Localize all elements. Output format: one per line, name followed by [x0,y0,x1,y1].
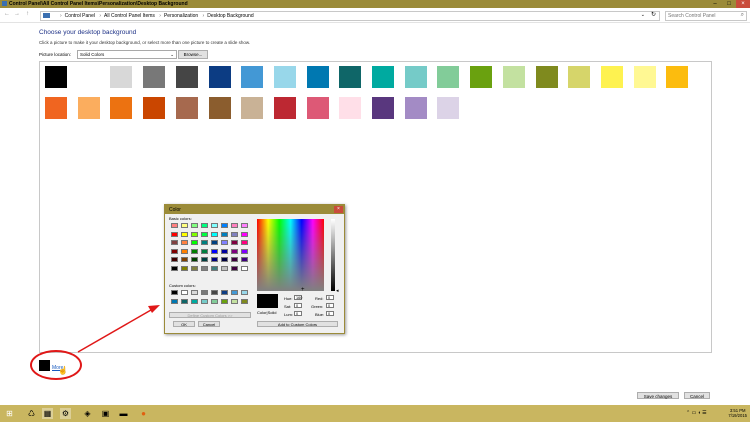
annotation-circle [30,350,82,380]
file-explorer-icon[interactable]: ▬ [118,408,129,419]
store-taskbar-icon[interactable]: ▣ [100,408,111,419]
taskbar: ⊞ ♺ ▦ ⚙ ◈ ▣ ▬ ● ⌃ ▭ ◖ ☰ 3:51 PM 7/19/201… [0,405,750,422]
clock-date: 7/19/2015 [728,413,747,418]
tray-icons[interactable]: ⌃ ▭ ◖ ☰ [686,410,707,416]
app-taskbar-icon[interactable]: ◈ [82,408,93,419]
annotation-arrow [77,305,160,353]
control-panel-taskbar-icon[interactable]: ▦ [42,408,53,419]
clock[interactable]: 3:51 PM 7/19/2015 [728,408,747,418]
recycle-bin-icon[interactable]: ♺ [26,408,37,419]
settings-taskbar-icon[interactable]: ⚙ [60,408,71,419]
cancel-button[interactable]: Cancel [684,392,710,399]
save-changes-button[interactable]: Save changes [637,392,679,399]
start-button-icon[interactable]: ⊞ [4,408,15,419]
firefox-icon[interactable]: ● [138,408,149,419]
